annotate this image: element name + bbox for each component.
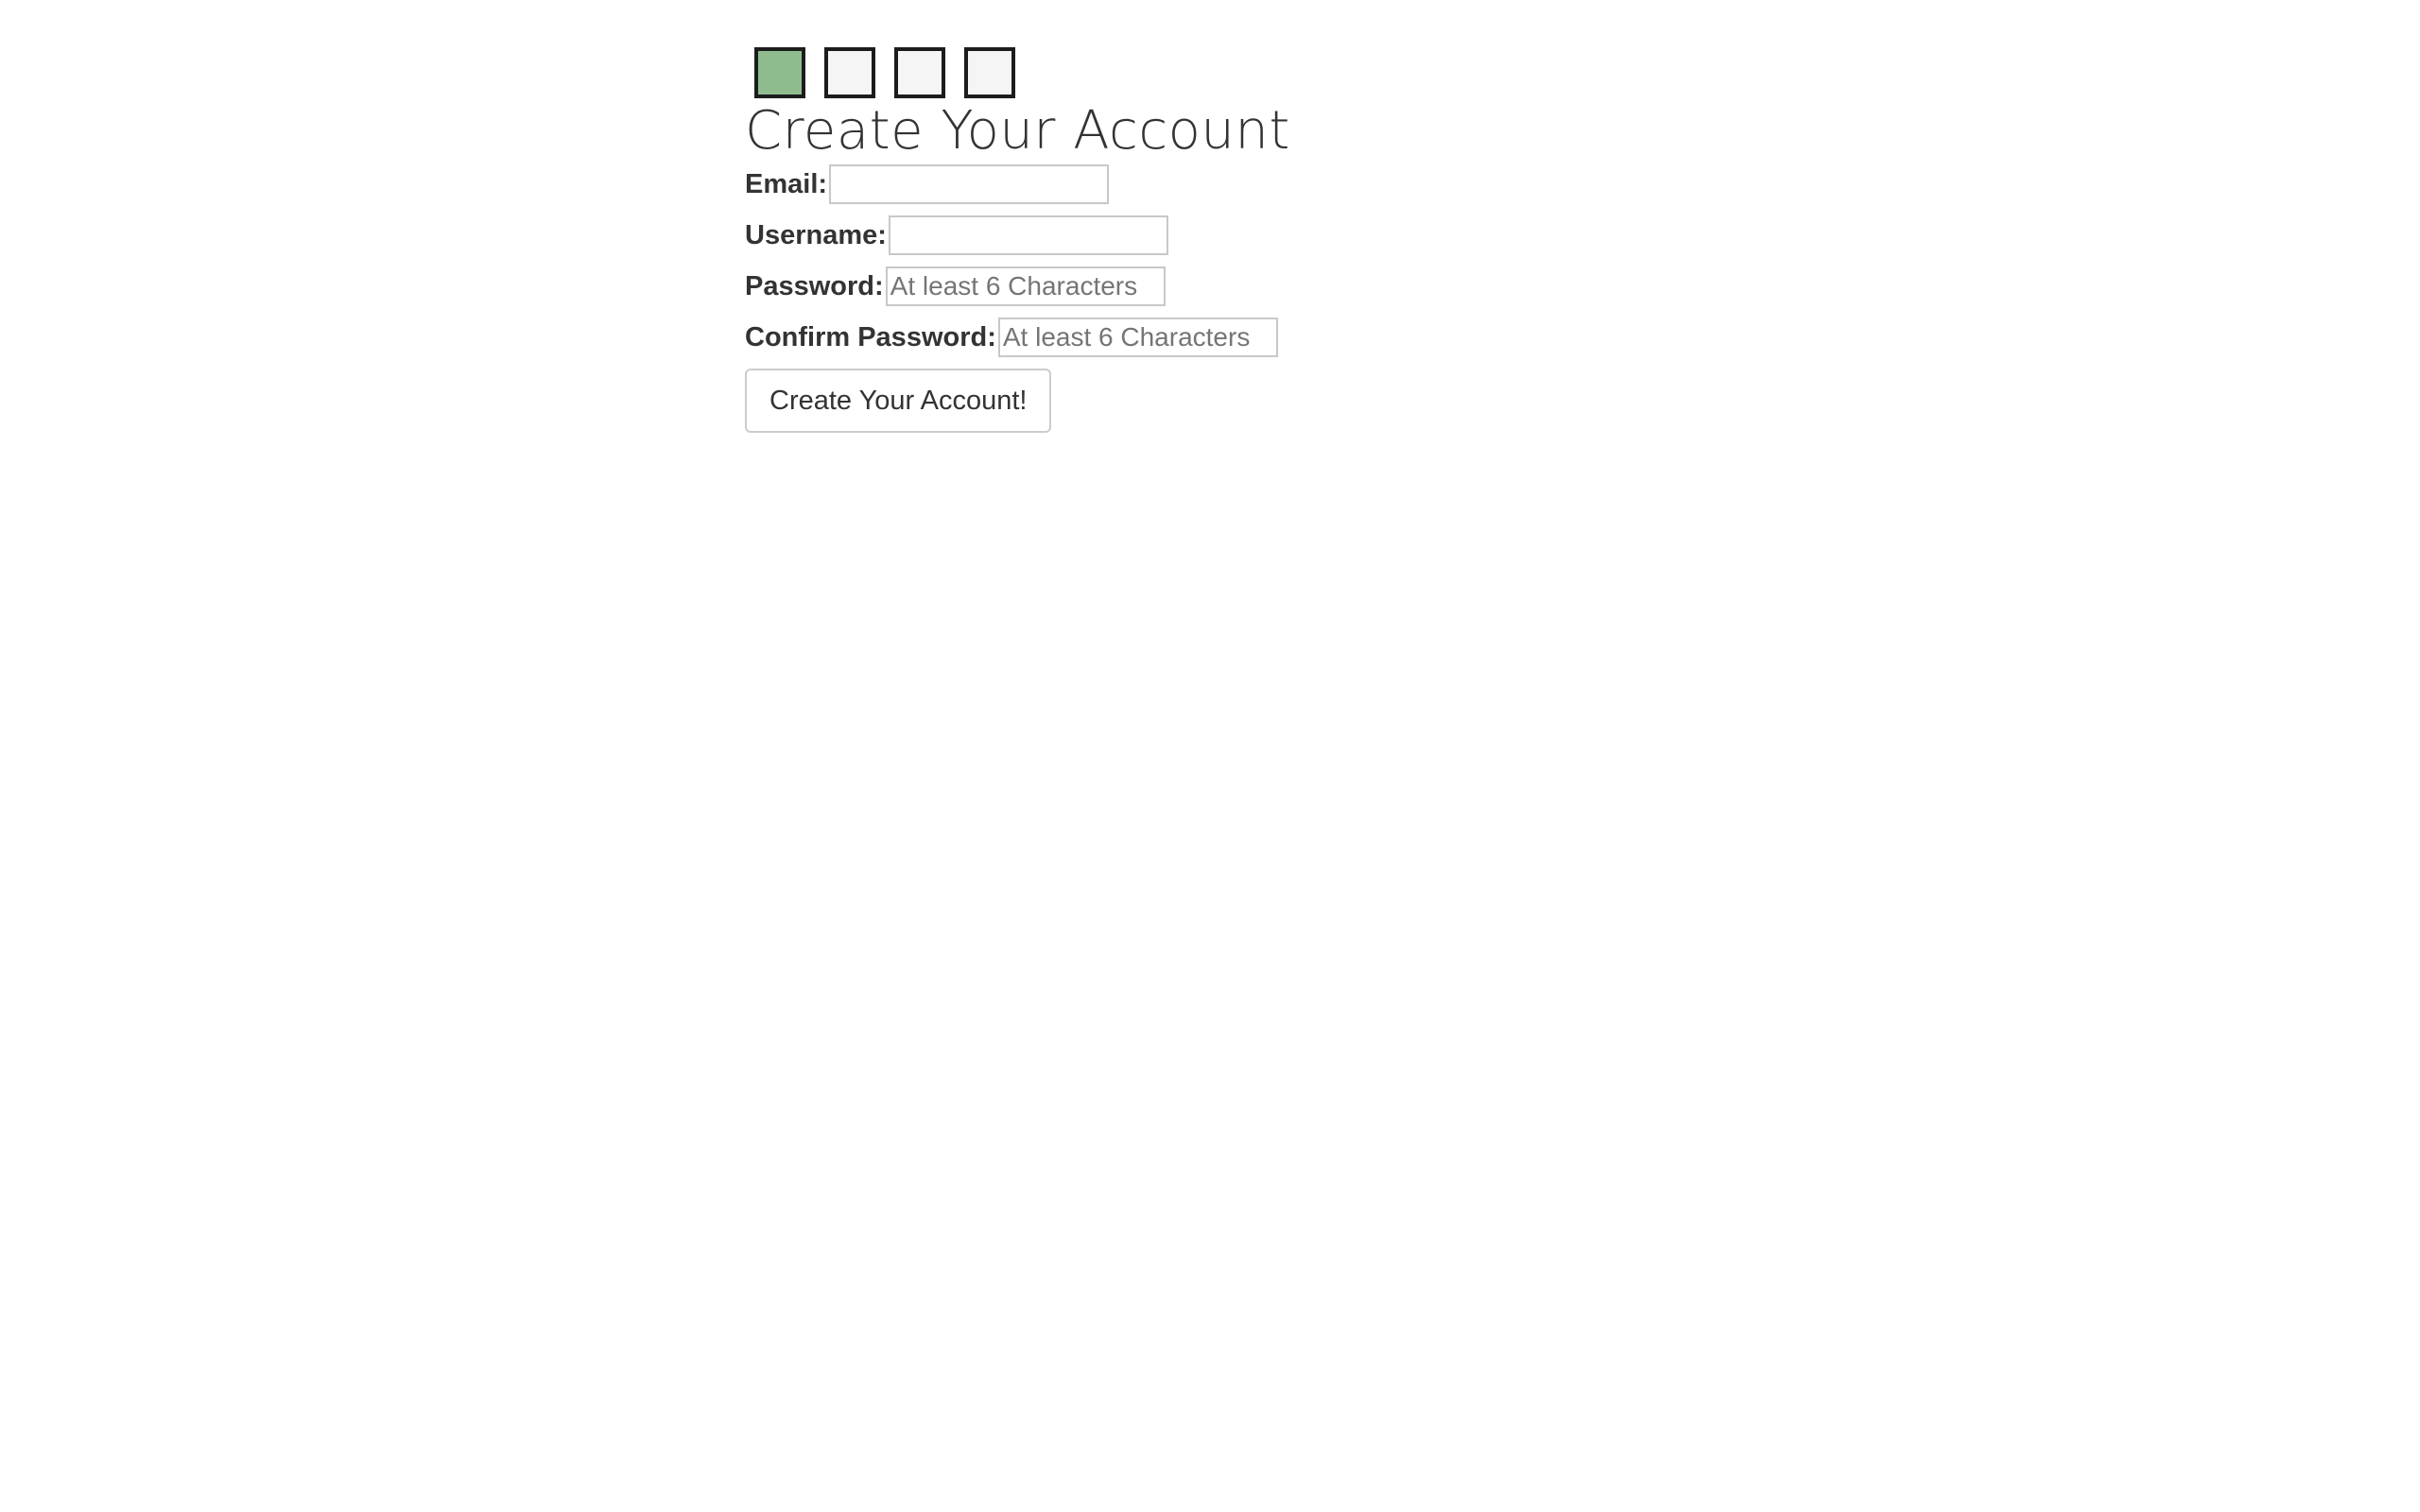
email-label: Email: [745,168,828,199]
password-label: Password: [745,270,884,301]
step-1-indicator [754,47,805,98]
step-4-indicator [964,47,1015,98]
username-row: Username: [745,212,1690,259]
username-label: Username: [745,219,887,250]
page-title: Create Your Account [745,100,1290,162]
password-field[interactable] [885,266,1166,306]
confirm-password-label: Confirm Password: [745,321,996,352]
confirm-password-row: Confirm Password: [745,314,1690,361]
signup-form: Email: Username: Password: Confirm Passw… [745,161,1690,433]
email-field[interactable] [829,164,1110,204]
create-account-button[interactable]: Create Your Account! [745,369,1052,433]
username-field[interactable] [888,215,1168,255]
progress-steps [754,47,1690,98]
confirm-password-field[interactable] [997,318,1278,357]
step-3-indicator [894,47,945,98]
signup-container: Create Your Account Email: Username: Pas… [745,47,1690,433]
email-row: Email: [745,161,1690,208]
step-2-indicator [824,47,875,98]
password-row: Password: [745,263,1690,310]
